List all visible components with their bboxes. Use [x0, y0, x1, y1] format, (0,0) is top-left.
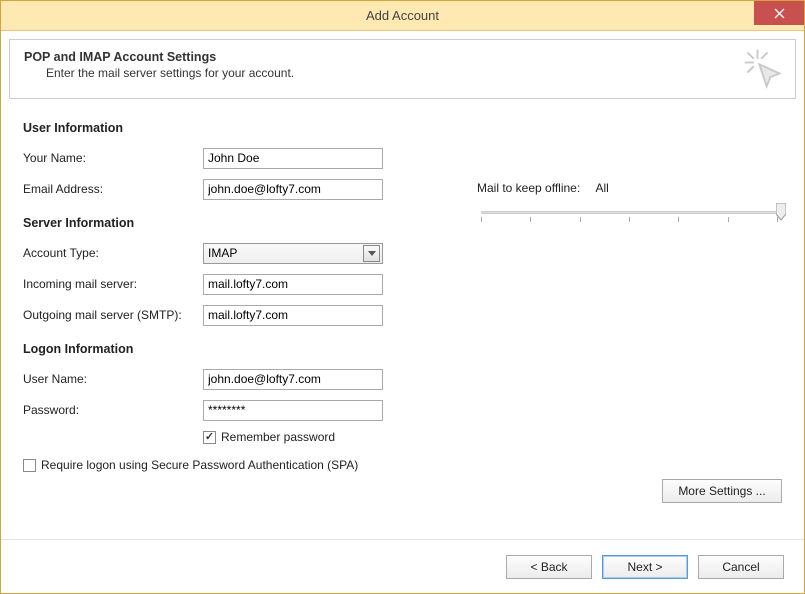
back-button[interactable]: < Back: [506, 555, 592, 579]
remember-password-checkbox[interactable]: [203, 431, 216, 444]
left-column: User Information Your Name: Email Addres…: [23, 121, 437, 539]
user-name-input[interactable]: [203, 369, 383, 390]
dialog-body: User Information Your Name: Email Addres…: [1, 99, 804, 539]
right-column: Mail to keep offline: All: [477, 121, 782, 539]
header-subtitle: Enter the mail server settings for your …: [46, 66, 781, 80]
label-password: Password:: [23, 403, 203, 417]
label-account-type: Account Type:: [23, 246, 203, 260]
account-type-select[interactable]: IMAP: [203, 243, 383, 264]
close-icon: [774, 8, 785, 19]
incoming-server-input[interactable]: [203, 274, 383, 295]
label-your-name: Your Name:: [23, 151, 203, 165]
chevron-down-icon: [368, 251, 376, 256]
label-email: Email Address:: [23, 182, 203, 196]
mail-offline-value: All: [596, 181, 609, 195]
dialog-footer: < Back Next > Cancel: [1, 539, 804, 593]
account-type-value: IMAP: [208, 246, 363, 260]
title-bar: Add Account: [1, 1, 804, 31]
require-spa-checkbox[interactable]: [23, 459, 36, 472]
require-spa-label: Require logon using Secure Password Auth…: [41, 458, 358, 472]
label-user-name: User Name:: [23, 372, 203, 386]
mail-offline-label: Mail to keep offline:: [477, 181, 580, 195]
email-input[interactable]: [203, 179, 383, 200]
next-button[interactable]: Next >: [602, 555, 688, 579]
your-name-input[interactable]: [203, 148, 383, 169]
label-outgoing-server: Outgoing mail server (SMTP):: [23, 308, 203, 322]
slider-thumb[interactable]: [776, 203, 786, 221]
remember-password-label: Remember password: [221, 430, 335, 444]
section-server-info: Server Information: [23, 216, 437, 230]
label-incoming-server: Incoming mail server:: [23, 277, 203, 291]
section-logon-info: Logon Information: [23, 342, 437, 356]
section-user-info: User Information: [23, 121, 437, 135]
add-account-window: Add Account POP and IMAP Account Setting…: [0, 0, 805, 594]
cancel-button[interactable]: Cancel: [698, 555, 784, 579]
slider-track: [481, 211, 778, 214]
password-input[interactable]: [203, 400, 383, 421]
outgoing-server-input[interactable]: [203, 305, 383, 326]
more-settings-button[interactable]: More Settings ...: [662, 479, 782, 503]
slider-ticks: [481, 217, 778, 223]
cursor-click-icon: [741, 46, 785, 90]
window-title: Add Account: [366, 8, 439, 23]
close-button[interactable]: [754, 1, 804, 25]
account-type-dropdown-button[interactable]: [363, 245, 380, 262]
header-panel: POP and IMAP Account Settings Enter the …: [9, 39, 796, 99]
mail-offline-slider[interactable]: [477, 203, 782, 233]
header-title: POP and IMAP Account Settings: [24, 50, 781, 64]
